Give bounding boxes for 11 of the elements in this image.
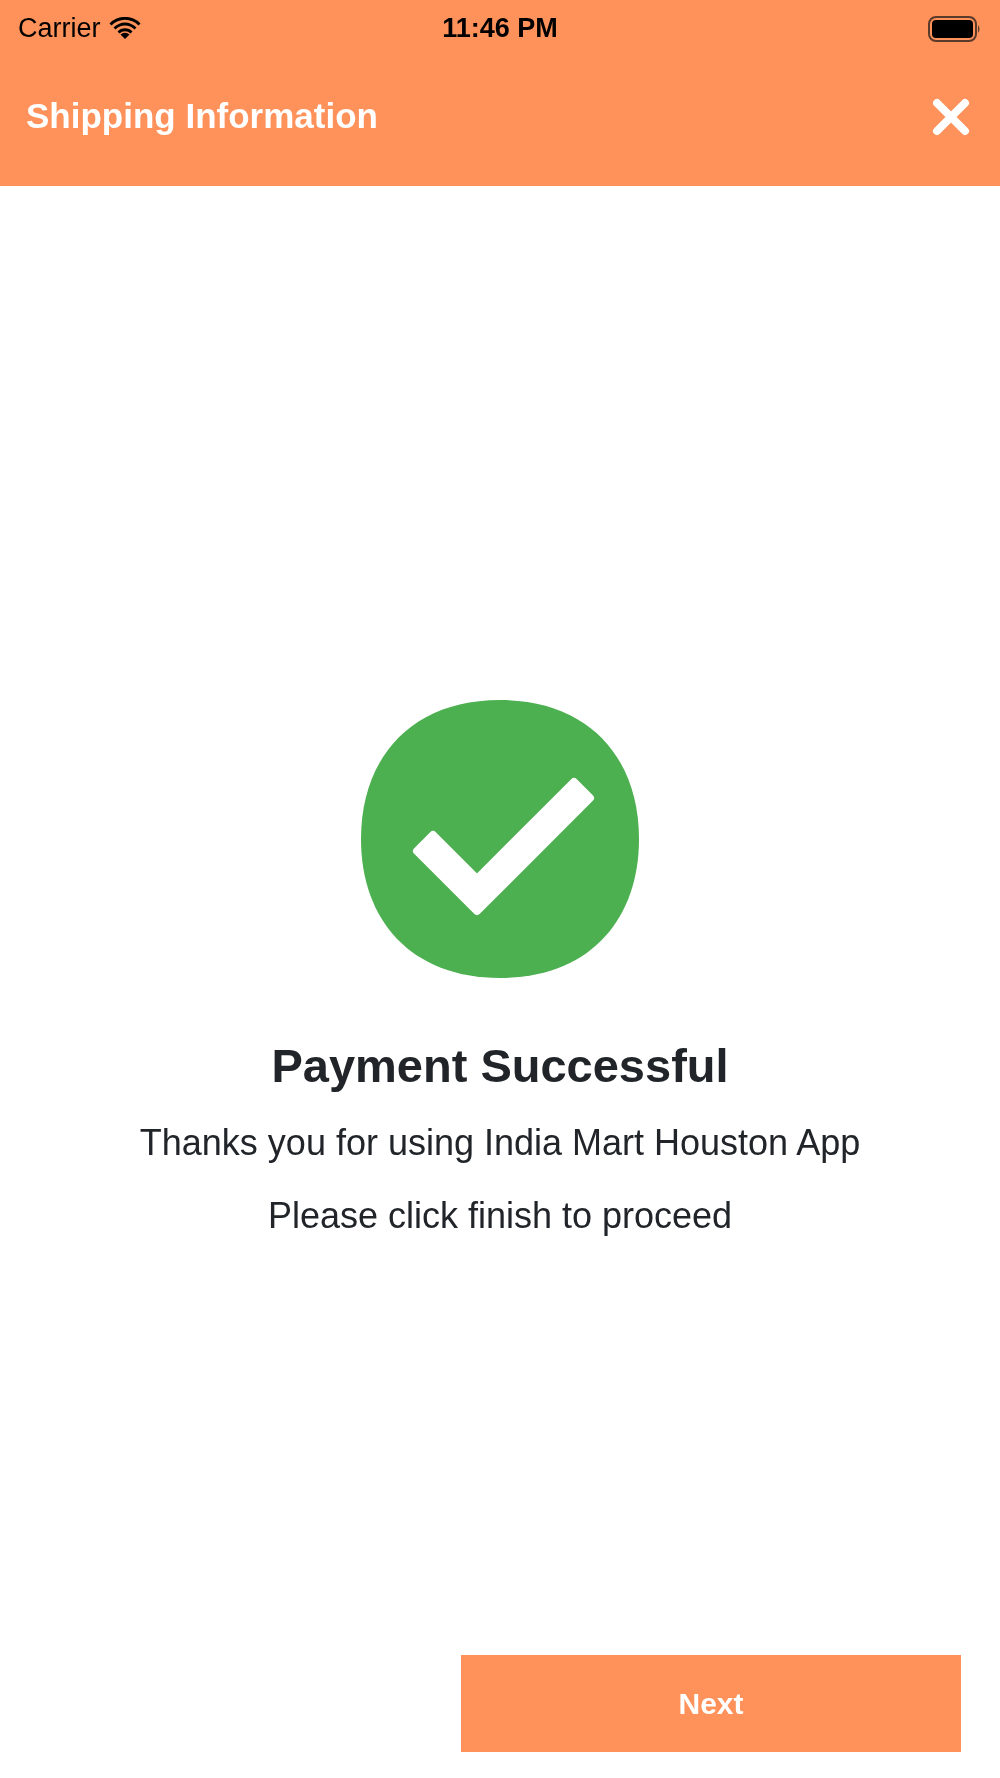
close-icon[interactable] xyxy=(932,97,970,136)
message-text: Please click finish to proceed xyxy=(267,1194,733,1239)
battery-icon xyxy=(928,15,982,42)
next-button[interactable]: Next xyxy=(461,1655,961,1752)
message-text: Thanks you for using India Mart Houston App xyxy=(139,1121,861,1166)
carrier-label: Carrier xyxy=(18,12,101,46)
status-time: 11:46 PM xyxy=(442,12,558,46)
wifi-icon xyxy=(108,16,141,41)
result-title: Payment Successful xyxy=(271,1038,729,1094)
success-check-icon xyxy=(359,698,641,980)
screen-title: Shipping Information xyxy=(26,95,378,138)
